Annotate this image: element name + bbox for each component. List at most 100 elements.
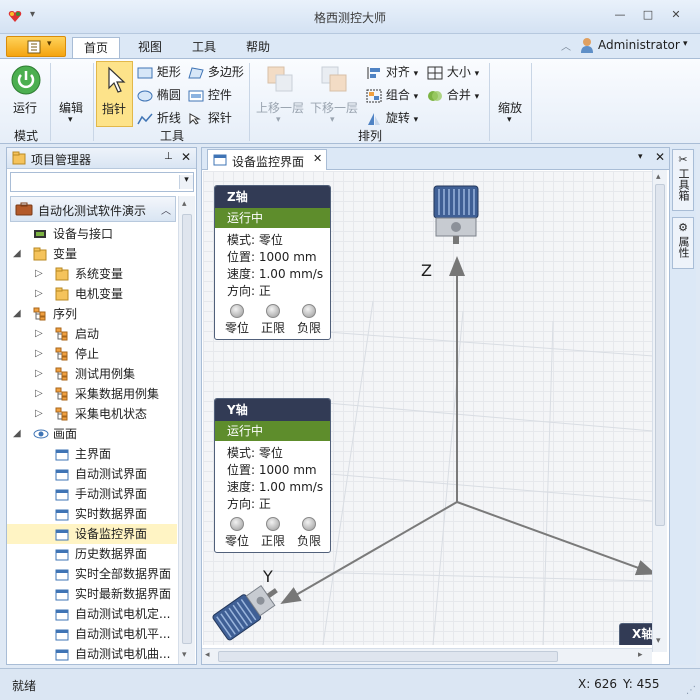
lamp-label: 零位 [225, 321, 250, 335]
tree-item[interactable]: ◢ 序列 [7, 304, 177, 324]
tab-home[interactable]: 首页 [72, 37, 120, 58]
expand-icon[interactable]: ▷ [35, 364, 43, 384]
expand-icon[interactable]: ▷ [35, 404, 43, 424]
merge-button[interactable]: 合并 ▾ [427, 86, 479, 104]
tree-item[interactable]: ▷ 系统变量 [7, 264, 177, 284]
tree-item[interactable]: 设备监控界面 [7, 524, 177, 544]
rotate-button[interactable]: 旋转 ▾ [366, 109, 418, 127]
tree-item-label: 历史数据界面 [75, 547, 148, 561]
canvas-vertical-scrollbar[interactable]: ▴ ▾ [652, 170, 667, 652]
pointer-button[interactable]: 指针 [96, 61, 133, 127]
combo-dropdown-icon[interactable]: ▾ [179, 175, 193, 189]
horizontal-scroll-thumb[interactable] [218, 651, 558, 662]
tree-item[interactable]: 设备与接口 [7, 224, 177, 244]
align-button[interactable]: 对齐 ▾ [366, 63, 418, 81]
document-tab[interactable]: 设备监控界面 ✕ [207, 149, 327, 170]
tree-item[interactable]: 主界面 [7, 444, 177, 464]
scroll-up-icon[interactable]: ▴ [182, 199, 187, 209]
collapse-icon[interactable]: ◢ [13, 424, 21, 444]
scroll-left-icon[interactable]: ◂ [205, 650, 210, 660]
tree-item[interactable]: 手动测试界面 [7, 484, 177, 504]
tree-item[interactable]: 自动测试界面 [7, 464, 177, 484]
z-motor-icon[interactable] [433, 185, 479, 244]
properties-dock-tab[interactable]: ⚙ 属性 [672, 217, 694, 269]
project-manager-header: 项目管理器 ⊥ ✕ [7, 148, 196, 169]
z-axis-card[interactable]: Z轴 运行中 模式: 零位 位置: 1000 mm 速度: 1.00 mm/s … [214, 185, 331, 340]
tree-item[interactable]: ◢ 变量 [7, 244, 177, 264]
tree-item[interactable]: ◢ 画面 [7, 424, 177, 444]
scroll-down-icon[interactable]: ▾ [656, 636, 661, 646]
tree-item[interactable]: 自动测试电机定... [7, 604, 177, 624]
tree-item[interactable]: 实时全部数据界面 [7, 564, 177, 584]
rectangle-tool[interactable]: 矩形 [137, 63, 181, 81]
collapse-up-icon[interactable]: ︿ [161, 202, 171, 217]
toolbox-dock-tab[interactable]: ✂ 工具箱 [672, 149, 694, 211]
project-root-header[interactable]: 自动化测试软件演示 ︿ [10, 196, 176, 222]
maximize-button[interactable]: □ [636, 6, 660, 24]
tree-item[interactable]: ▷ 测试用例集 [7, 364, 177, 384]
x-axis-card[interactable]: X轴 [619, 623, 653, 645]
zero-lamp-indicator [230, 517, 244, 531]
tree-item[interactable]: ▷ 采集数据用例集 [7, 384, 177, 404]
design-canvas[interactable]: Z Y Z轴 运行中 模式: 零位 位置: 1000 mm 速度: 1.00 m… [203, 171, 653, 645]
group-button[interactable]: 组合 ▾ [366, 86, 418, 104]
tab-view[interactable]: 视图 [126, 37, 174, 58]
scroll-right-icon[interactable]: ▸ [638, 650, 643, 660]
tree-item[interactable]: ▷ 电机变量 [7, 284, 177, 304]
close-button[interactable]: ✕ [664, 6, 688, 24]
status-text: 就绪 [12, 679, 37, 693]
polyline-tool[interactable]: 折线 [137, 109, 181, 127]
control-tool[interactable]: 控件 [188, 86, 232, 104]
tree-scroll-thumb[interactable] [182, 214, 192, 644]
y-axis-card[interactable]: Y轴 运行中 模式: 零位 位置: 1000 mm 速度: 1.00 mm/s … [214, 398, 331, 553]
tree-item[interactable]: ▷ 采集电机状态 [7, 404, 177, 424]
ellipse-tool[interactable]: 椭圆 [137, 86, 181, 104]
tree-item[interactable]: 实时数据界面 [7, 504, 177, 524]
probe-tool[interactable]: 探针 [188, 109, 232, 127]
project-root-label: 自动化测试软件演示 [38, 204, 147, 218]
collapse-ribbon-icon[interactable]: ︿ [561, 38, 571, 53]
tree-item[interactable]: ▷ 启动 [7, 324, 177, 344]
lamp-label: 正限 [261, 534, 286, 548]
document-list-dropdown-icon[interactable]: ▾ [638, 152, 643, 162]
user-menu-dropdown-icon[interactable]: ▾ [683, 39, 688, 49]
document-close-icon[interactable]: ✕ [655, 150, 665, 164]
tree-item[interactable]: 自动测试电机平... [7, 624, 177, 644]
tree-item[interactable]: 历史数据界面 [7, 544, 177, 564]
send-down-button[interactable]: 下移一层 ▾ [308, 61, 360, 125]
tab-help[interactable]: 帮助 [234, 37, 282, 58]
resize-grip-icon[interactable]: ⋰ [686, 685, 696, 696]
expand-icon[interactable]: ▷ [35, 324, 43, 344]
tree-item[interactable]: 自动测试电机曲... [7, 644, 177, 664]
project-search-combo[interactable]: ▾ [10, 172, 194, 192]
tree-item[interactable]: ▷ 停止 [7, 344, 177, 364]
tree-item[interactable]: 实时最新数据界面 [7, 584, 177, 604]
tree-item-label: 实时最新数据界面 [75, 587, 172, 601]
expand-icon[interactable]: ▷ [35, 264, 43, 284]
expand-icon[interactable]: ▷ [35, 344, 43, 364]
collapse-icon[interactable]: ◢ [13, 244, 21, 264]
zoom-button[interactable]: 缩放 ▾ [494, 61, 528, 125]
expand-icon[interactable]: ▷ [35, 384, 43, 404]
canvas-horizontal-scrollbar[interactable]: ◂ ▸ [202, 648, 652, 664]
file-menu-button[interactable]: ▾ [6, 36, 66, 57]
probe-icon [189, 112, 201, 125]
size-button[interactable]: 大小 ▾ [427, 63, 479, 81]
run-button[interactable]: 运行 [4, 61, 48, 125]
panel-close-icon[interactable]: ✕ [181, 150, 191, 164]
user-menu[interactable]: Administrator [598, 38, 680, 52]
minimize-button[interactable]: — [608, 6, 632, 24]
expand-icon[interactable]: ▷ [35, 284, 43, 304]
vertical-scroll-thumb[interactable] [655, 184, 665, 526]
bring-up-button[interactable]: 上移一层 ▾ [254, 61, 306, 125]
document-tab-close-icon[interactable]: ✕ [313, 152, 322, 165]
scroll-up-icon[interactable]: ▴ [656, 172, 661, 182]
polygon-tool[interactable]: 多边形 [188, 63, 244, 81]
scroll-down-icon[interactable]: ▾ [182, 650, 187, 660]
edit-button[interactable]: 编辑 ▾ [54, 61, 90, 125]
y-motor-icon[interactable] [212, 578, 285, 642]
pin-icon[interactable]: ⊥ [164, 151, 173, 162]
tree-scrollbar[interactable]: ▴ ▾ [178, 196, 195, 664]
collapse-icon[interactable]: ◢ [13, 304, 21, 324]
tab-tools[interactable]: 工具 [180, 37, 228, 58]
